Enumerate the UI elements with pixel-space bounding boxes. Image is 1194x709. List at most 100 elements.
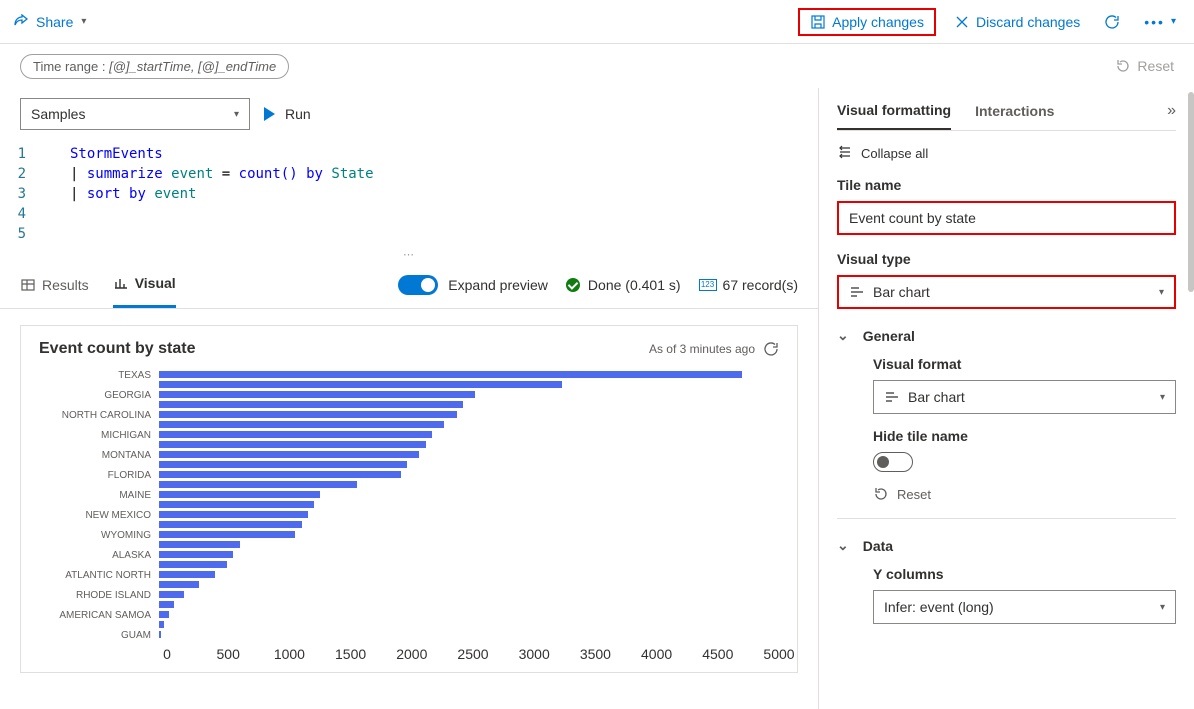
- bar-row: [39, 460, 779, 470]
- bar: [159, 581, 199, 588]
- expand-preview-label: Expand preview: [448, 277, 548, 293]
- undo-icon: [873, 486, 889, 502]
- tab-interactions[interactable]: Interactions: [975, 103, 1054, 129]
- code-editor[interactable]: 1StormEvents 2| summarize event = count(…: [0, 140, 818, 248]
- visual-format-value: Bar chart: [908, 389, 965, 405]
- section-data[interactable]: ⌄ Data: [837, 537, 1176, 554]
- record-count: 123 67 record(s): [699, 277, 798, 293]
- bar-row: FLORIDA: [39, 470, 779, 480]
- bar: [159, 591, 184, 598]
- x-tick: 1000: [274, 646, 305, 662]
- bar-row: WYOMING: [39, 530, 779, 540]
- refresh-icon: [1104, 14, 1120, 30]
- bar: [159, 561, 227, 568]
- barchart-icon: [849, 284, 865, 300]
- query-header: Samples ▾ Run: [0, 88, 818, 140]
- pill-prefix: Time range :: [33, 59, 106, 74]
- bar: [159, 381, 562, 388]
- discard-label: Discard changes: [976, 14, 1080, 30]
- bar-row: [39, 620, 779, 630]
- main-area: Samples ▾ Run 1StormEvents 2| summarize …: [0, 88, 1194, 709]
- collapse-all-button[interactable]: Collapse all: [837, 145, 1176, 161]
- bar-label: RHODE ISLAND: [39, 590, 159, 601]
- reset-general-button[interactable]: Reset: [873, 486, 1176, 502]
- share-button[interactable]: Share ▾: [12, 14, 86, 30]
- bar: [159, 451, 419, 458]
- bar: [159, 511, 308, 518]
- tab-results[interactable]: Results: [20, 261, 89, 308]
- chevron-down-icon: ▾: [1160, 602, 1165, 613]
- discard-changes-button[interactable]: Discard changes: [948, 10, 1086, 34]
- bar: [159, 421, 444, 428]
- share-icon: [12, 14, 28, 30]
- chevron-down-icon: ▾: [81, 16, 86, 27]
- reset-parameters-button[interactable]: Reset: [1115, 58, 1174, 74]
- apply-changes-button[interactable]: Apply changes: [798, 8, 936, 36]
- bar: [159, 401, 463, 408]
- more-button[interactable]: ••• ▾: [1138, 10, 1182, 34]
- visual-type-dropdown[interactable]: Bar chart ▾: [837, 275, 1176, 309]
- tile-name-input[interactable]: Event count by state: [837, 201, 1176, 235]
- bar-label: NORTH CAROLINA: [39, 410, 159, 421]
- chart-card: Event count by state As of 3 minutes ago…: [20, 325, 798, 673]
- top-toolbar: Share ▾ Apply changes Discard changes ••…: [0, 0, 1194, 44]
- bar: [159, 531, 295, 538]
- bar-row: GUAM: [39, 630, 779, 640]
- chevron-down-icon: ⌄: [837, 537, 849, 554]
- bar-label: MICHIGAN: [39, 430, 159, 441]
- bar: [159, 571, 215, 578]
- hide-tile-toggle[interactable]: [873, 452, 913, 472]
- bar-row: GEORGIA: [39, 390, 779, 400]
- ycolumns-value: Infer: event (long): [884, 599, 994, 615]
- bar-row: [39, 400, 779, 410]
- results-tab-bar: Results Visual Expand preview Done (0.40…: [0, 261, 818, 309]
- bar: [159, 541, 240, 548]
- bar-label: WYOMING: [39, 530, 159, 541]
- bar-label: MAINE: [39, 490, 159, 501]
- chevron-down-icon: ⌄: [837, 327, 849, 344]
- scrollbar[interactable]: [1186, 88, 1194, 709]
- bar-row: [39, 500, 779, 510]
- visual-format-dropdown[interactable]: Bar chart ▾: [873, 380, 1176, 414]
- time-range-pill[interactable]: Time range : [@]_startTime, [@]_endTime: [20, 54, 289, 79]
- bar: [159, 521, 302, 528]
- run-button[interactable]: Run: [264, 106, 311, 122]
- done-label: Done (0.401 s): [588, 277, 681, 293]
- splitter-handle[interactable]: ⋯: [0, 248, 818, 261]
- tab-visual[interactable]: Visual: [113, 261, 176, 308]
- bar-label: GEORGIA: [39, 390, 159, 401]
- collapse-pane-button[interactable]: »: [1167, 102, 1176, 130]
- bar-row: MAINE: [39, 490, 779, 500]
- bar: [159, 391, 475, 398]
- tab-visual-formatting[interactable]: Visual formatting: [837, 102, 951, 130]
- visual-type-label: Visual type: [837, 251, 1176, 267]
- refresh-icon[interactable]: [763, 341, 779, 357]
- apply-label: Apply changes: [832, 14, 924, 30]
- bar-row: ALASKA: [39, 550, 779, 560]
- section-general[interactable]: ⌄ General: [837, 327, 1176, 344]
- x-tick: 2000: [396, 646, 427, 662]
- close-icon: [954, 14, 970, 30]
- bar-label: AMERICAN SAMOA: [39, 610, 159, 621]
- ellipsis-icon: •••: [1144, 14, 1165, 30]
- bar-row: [39, 440, 779, 450]
- expand-preview-toggle[interactable]: [398, 275, 438, 295]
- bar-row: AMERICAN SAMOA: [39, 610, 779, 620]
- collapse-all-label: Collapse all: [861, 146, 928, 161]
- x-tick: 3000: [519, 646, 550, 662]
- bar: [159, 501, 314, 508]
- bar-row: RHODE ISLAND: [39, 590, 779, 600]
- bar-row: NEW MEXICO: [39, 510, 779, 520]
- bar: [159, 461, 407, 468]
- bar: [159, 441, 426, 448]
- chevron-down-icon: ▾: [1171, 16, 1176, 27]
- pill-value: [@]_startTime, [@]_endTime: [109, 59, 276, 74]
- refresh-button[interactable]: [1098, 10, 1126, 34]
- chart-title: Event count by state: [39, 340, 195, 358]
- ycolumns-dropdown[interactable]: Infer: event (long) ▾: [873, 590, 1176, 624]
- bar-label: TEXAS: [39, 370, 159, 381]
- chevron-down-icon: ▾: [234, 109, 239, 120]
- bar-row: [39, 380, 779, 390]
- barchart-icon: [884, 389, 900, 405]
- samples-dropdown[interactable]: Samples ▾: [20, 98, 250, 130]
